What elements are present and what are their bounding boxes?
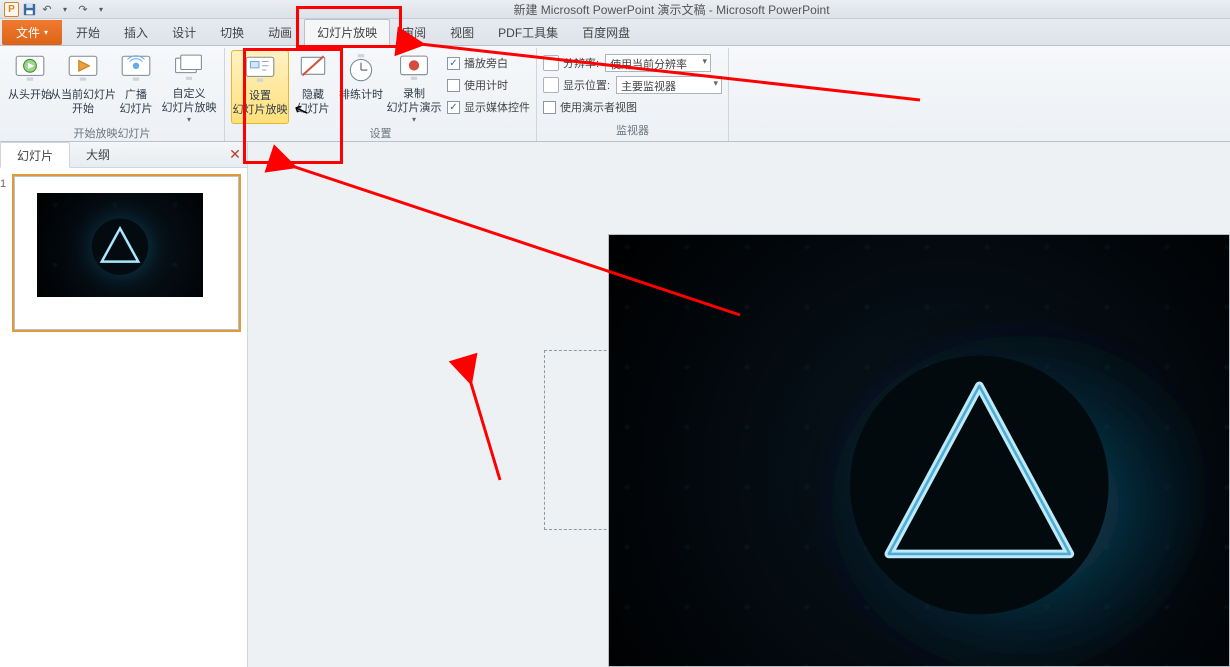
rehearse-button[interactable]: 排练计时 — [337, 50, 385, 124]
tab-insert[interactable]: 插入 — [112, 19, 160, 45]
use-timings-checkbox[interactable]: 使用计时 — [447, 74, 530, 96]
resolution-icon — [543, 55, 559, 71]
setup-slideshow-button[interactable]: 设置 幻灯片放映 — [231, 50, 289, 124]
redo-icon[interactable]: ↷ — [75, 1, 91, 17]
slide-number: 1 — [0, 178, 6, 190]
custom-slideshow-button[interactable]: 自定义 幻灯片放映 ▾ — [160, 50, 218, 124]
ribbon-group-start: 从头开始 从当前幻灯片 开始 广播 幻灯片 自定义 幻灯片放映 ▾ 开始放映幻灯… — [0, 48, 225, 141]
slide-thumbnail-1[interactable] — [14, 176, 239, 330]
workspace: 幻灯片 大纲 ✕ 1 — [0, 142, 1230, 667]
qat-more-icon[interactable]: ▾ — [93, 1, 109, 17]
tab-design[interactable]: 设计 — [160, 19, 208, 45]
tab-home[interactable]: 开始 — [64, 19, 112, 45]
presenter-view-checkbox[interactable]: 使用演示者视图 — [543, 96, 722, 118]
group-setup-label: 设置 — [370, 124, 392, 144]
ribbon-group-setup: 设置 幻灯片放映 隐藏 幻灯片 排练计时 录制 幻灯片演示 ▾ ✓播放旁白 使用… — [225, 48, 537, 141]
broadcast-icon — [119, 52, 153, 86]
custom-show-icon — [172, 52, 206, 85]
undo-icon[interactable]: ↶ — [39, 1, 55, 17]
tab-file[interactable]: 文件▾ — [2, 20, 62, 45]
window-title: 新建 Microsoft PowerPoint 演示文稿 - Microsoft… — [113, 1, 1230, 18]
from-beginning-button[interactable]: 从头开始 — [6, 50, 54, 124]
show-on-icon — [543, 77, 559, 93]
slide-panel: 幻灯片 大纲 ✕ 1 — [0, 142, 248, 667]
close-panel-icon[interactable]: ✕ — [227, 146, 243, 162]
tab-thumbnails[interactable]: 幻灯片 — [0, 142, 70, 168]
tab-animations[interactable]: 动画 — [256, 19, 304, 45]
group-monitor-label: 监视器 — [616, 121, 649, 141]
quick-access-toolbar: P ↶ ▾ ↷ ▾ — [0, 1, 113, 17]
ribbon: 从头开始 从当前幻灯片 开始 广播 幻灯片 自定义 幻灯片放映 ▾ 开始放映幻灯… — [0, 46, 1230, 142]
app-icon[interactable]: P — [4, 2, 19, 17]
play-narration-checkbox[interactable]: ✓播放旁白 — [447, 52, 530, 74]
resolution-combo[interactable]: 使用当前分辨率 — [605, 54, 711, 72]
slide-panel-tabs: 幻灯片 大纲 ✕ — [0, 142, 247, 168]
thumbnail-image — [37, 193, 203, 297]
broadcast-button[interactable]: 广播 幻灯片 — [112, 50, 160, 124]
from-current-button[interactable]: 从当前幻灯片 开始 — [54, 50, 112, 124]
resolution-row: 分辨率: 使用当前分辨率 — [543, 52, 722, 74]
timer-icon — [344, 52, 378, 86]
title-bar: P ↶ ▾ ↷ ▾ 新建 Microsoft PowerPoint 演示文稿 -… — [0, 0, 1230, 19]
record-button[interactable]: 录制 幻灯片演示 ▾ — [385, 50, 443, 124]
slide-canvas[interactable] — [248, 142, 1230, 667]
ribbon-tabs: 文件▾ 开始 插入 设计 切换 动画 幻灯片放映 审阅 视图 PDF工具集 百度… — [0, 19, 1230, 46]
tab-transitions[interactable]: 切换 — [208, 19, 256, 45]
undo-dropdown-icon[interactable]: ▾ — [57, 1, 73, 17]
show-on-combo[interactable]: 主要监视器 — [616, 76, 722, 94]
save-icon[interactable] — [21, 1, 37, 17]
show-on-row: 显示位置: 主要监视器 — [543, 74, 722, 96]
play-from-start-icon — [13, 52, 47, 86]
slide-image-frame[interactable] — [608, 234, 1230, 667]
record-icon — [397, 52, 431, 85]
tab-baidu[interactable]: 百度网盘 — [570, 19, 642, 45]
hide-slide-button[interactable]: 隐藏 幻灯片 — [289, 50, 337, 124]
hide-slide-icon — [296, 52, 330, 86]
group-start-label: 开始放映幻灯片 — [74, 124, 151, 144]
setup-icon — [243, 53, 277, 87]
tab-slideshow[interactable]: 幻灯片放映 — [304, 19, 390, 46]
thumbnail-list: 1 — [0, 168, 247, 667]
tab-pdf[interactable]: PDF工具集 — [486, 19, 570, 45]
ribbon-group-monitors: 分辨率: 使用当前分辨率 显示位置: 主要监视器 使用演示者视图 监视器 — [537, 48, 729, 141]
tab-outline[interactable]: 大纲 — [70, 142, 126, 167]
tab-view[interactable]: 视图 — [438, 19, 486, 45]
show-media-controls-checkbox[interactable]: ✓显示媒体控件 — [447, 96, 530, 118]
tab-review[interactable]: 审阅 — [390, 19, 438, 45]
slide-image — [609, 235, 1229, 666]
play-from-current-icon — [66, 52, 100, 86]
